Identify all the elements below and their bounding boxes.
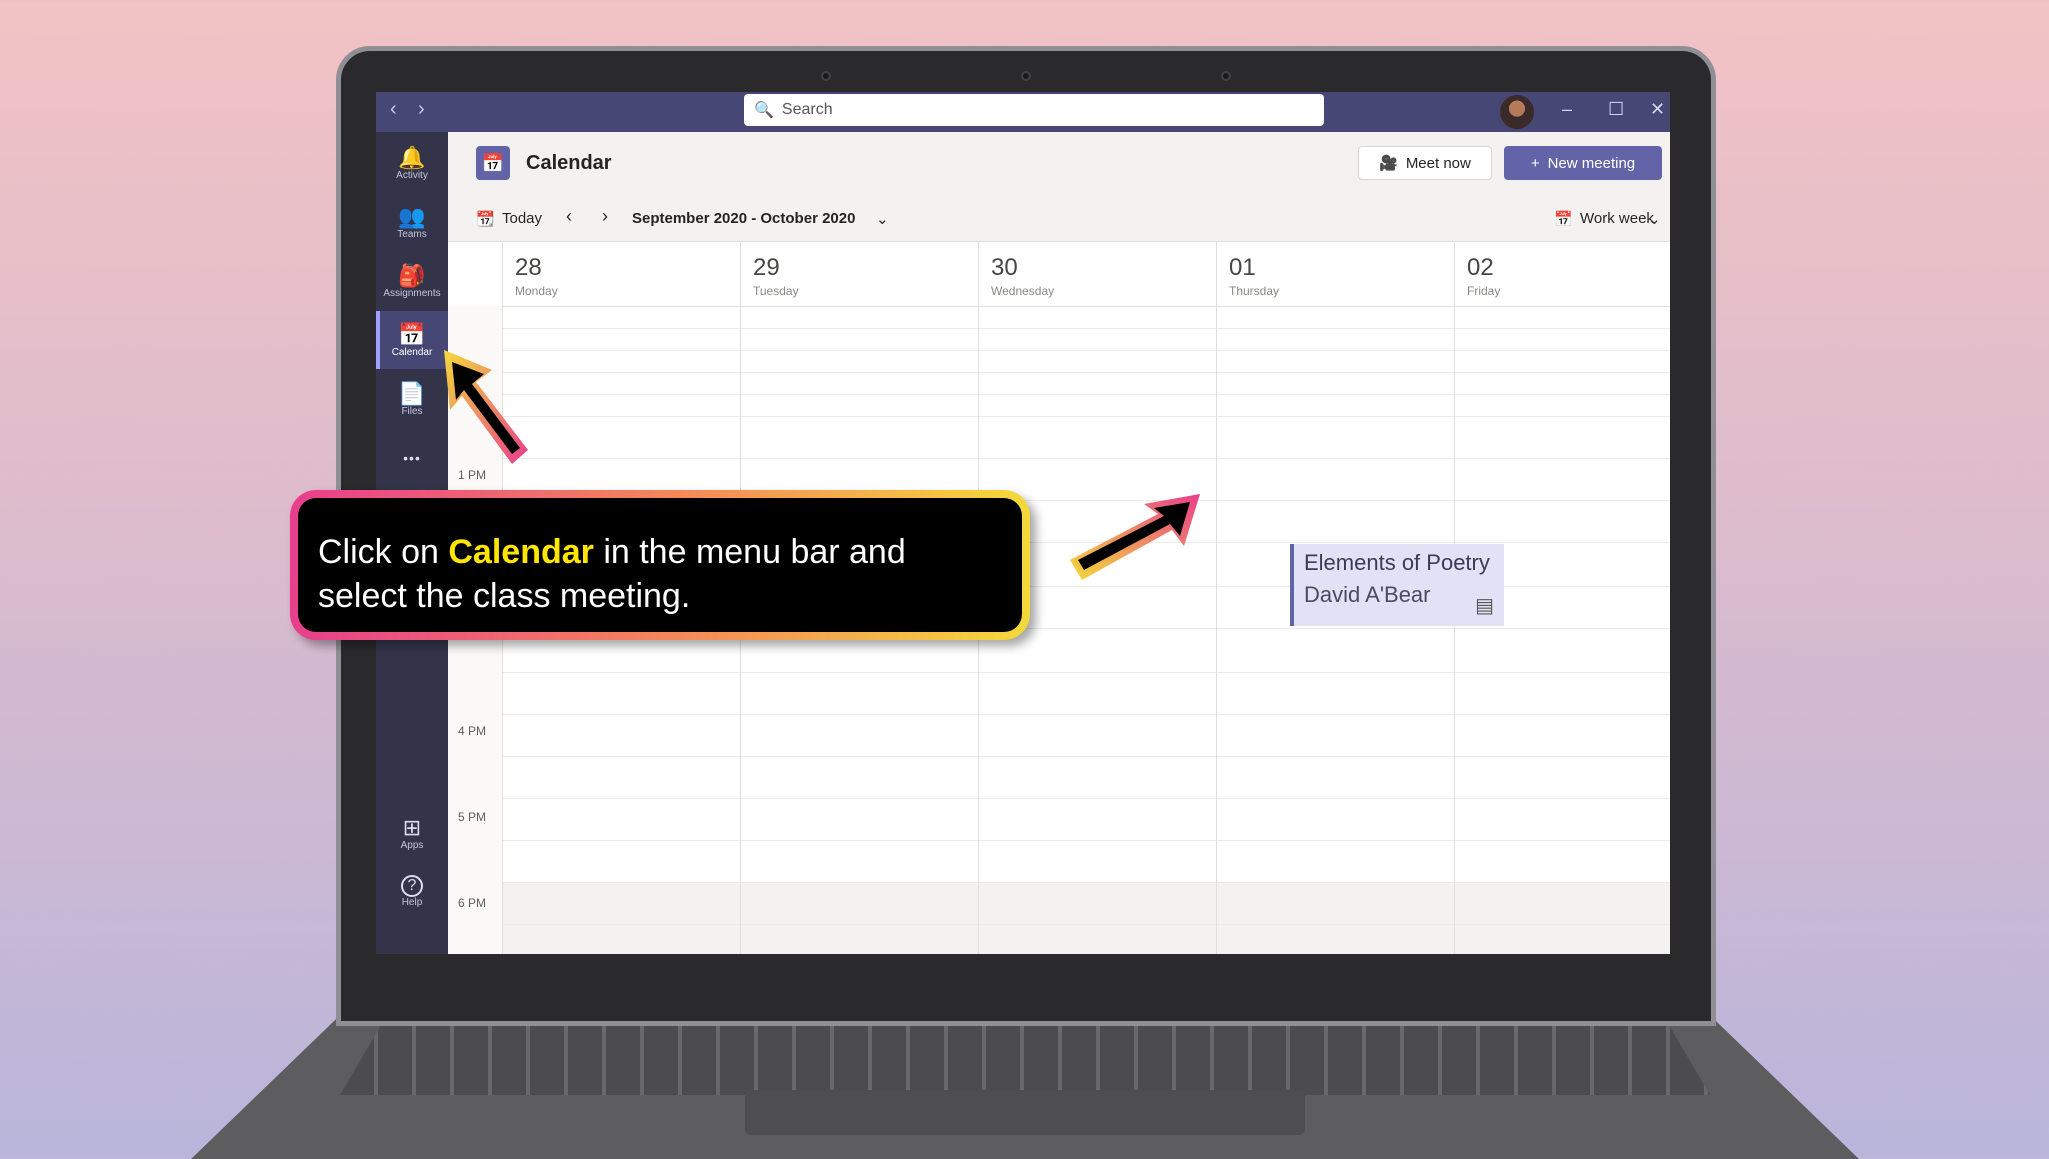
callout-text: Click on bbox=[318, 533, 449, 571]
new-meeting-button[interactable]: + New meeting bbox=[1504, 146, 1662, 180]
title-bar: ‹ › 🔍 Search – ☐ ✕ bbox=[376, 92, 1670, 132]
day-number: 30 bbox=[991, 254, 1018, 281]
day-number: 01 bbox=[1229, 254, 1256, 281]
rail-item-label: Assignments bbox=[383, 287, 441, 299]
camera-sensor bbox=[821, 71, 831, 81]
rail-item-activity[interactable]: 🔔 Activity bbox=[376, 134, 448, 192]
search-icon: 🔍 bbox=[754, 102, 774, 119]
video-camera-icon: 🎥 bbox=[1379, 155, 1398, 172]
day-header-wednesday[interactable]: 30 Wednesday bbox=[978, 242, 1216, 306]
camera-icon bbox=[1021, 71, 1031, 81]
previous-week-icon[interactable]: ‹ bbox=[566, 206, 572, 227]
calendar-toolbar: 📆 Today ‹ › September 2020 - October 202… bbox=[448, 198, 1670, 242]
event-title: Elements of Poetry bbox=[1304, 550, 1490, 575]
grid-line bbox=[502, 458, 1670, 459]
rail-item-assignments[interactable]: 🎒 Assignments bbox=[376, 252, 448, 310]
avatar[interactable] bbox=[1500, 95, 1534, 129]
day-name: Monday bbox=[515, 284, 558, 298]
rail-item-label: Activity bbox=[396, 169, 428, 181]
day-header-friday[interactable]: 02 Friday bbox=[1454, 242, 1670, 306]
back-arrow-icon[interactable]: ‹ bbox=[390, 98, 397, 121]
grid-line bbox=[502, 672, 1670, 673]
grid-line bbox=[502, 416, 1670, 417]
grid-line bbox=[502, 840, 1670, 841]
day-name: Wednesday bbox=[991, 284, 1055, 298]
pointer-arrow-icon bbox=[1070, 494, 1200, 580]
search-input[interactable]: 🔍 Search bbox=[744, 94, 1324, 126]
rail-item-label: Calendar bbox=[391, 346, 433, 358]
assignments-icon: 🎒 bbox=[398, 262, 426, 288]
calendar-app-icon: 📅 bbox=[476, 146, 510, 180]
time-label: 4 PM bbox=[458, 724, 487, 738]
teams-icon: 👥 bbox=[398, 203, 426, 229]
camera-sensor bbox=[1221, 71, 1231, 81]
class-notebook-icon: ▤ bbox=[1475, 595, 1494, 617]
rail-item-label: Apps bbox=[400, 839, 424, 851]
day-header-monday[interactable]: 28 Monday bbox=[502, 242, 740, 306]
time-label: 6 PM bbox=[458, 896, 487, 910]
time-label: 5 PM bbox=[458, 810, 487, 824]
day-name: Friday bbox=[1467, 284, 1501, 298]
after-hours-band bbox=[502, 882, 1670, 954]
forward-arrow-icon[interactable]: › bbox=[418, 98, 425, 121]
rail-item-help[interactable]: ? Help bbox=[376, 862, 448, 920]
grid-line bbox=[502, 714, 1670, 715]
grid-line bbox=[1216, 242, 1217, 954]
files-icon: 📄 bbox=[398, 380, 426, 406]
grid-line bbox=[502, 372, 1670, 373]
meet-now-label: Meet now bbox=[1405, 154, 1471, 172]
plus-icon: + bbox=[1530, 154, 1540, 172]
pointer-arrow-icon bbox=[444, 350, 528, 464]
chevron-down-icon: ⌄ bbox=[876, 211, 889, 228]
day-number: 29 bbox=[753, 254, 780, 281]
new-meeting-label: New meeting bbox=[1547, 154, 1636, 172]
help-icon: ? bbox=[401, 874, 423, 897]
view-dropdown[interactable]: Work week bbox=[1580, 210, 1654, 227]
calendar-header: 📅 Calendar 🎥 Meet now + New meeting bbox=[448, 132, 1670, 198]
today-button[interactable]: Today bbox=[502, 210, 542, 227]
grid-line bbox=[502, 394, 1670, 395]
grid-line bbox=[502, 350, 1670, 351]
next-week-icon[interactable]: › bbox=[602, 206, 608, 227]
close-icon[interactable]: ✕ bbox=[1650, 99, 1665, 120]
date-range-dropdown[interactable]: September 2020 - October 2020 bbox=[632, 210, 855, 227]
page-title: Calendar bbox=[526, 152, 612, 174]
rail-item-label: Teams bbox=[397, 228, 427, 240]
day-name: Thursday bbox=[1229, 284, 1280, 298]
grid-line bbox=[502, 924, 1670, 925]
rail-item-label: Files bbox=[401, 405, 423, 417]
apps-icon: ⊞ bbox=[402, 814, 422, 840]
day-number: 28 bbox=[515, 254, 542, 281]
laptop-touchpad bbox=[745, 1090, 1305, 1135]
rail-item-apps[interactable]: ⊞ Apps bbox=[376, 804, 448, 862]
grid-line bbox=[502, 882, 1670, 883]
event-organizer: David A'Bear bbox=[1304, 582, 1431, 607]
maximize-icon[interactable]: ☐ bbox=[1608, 99, 1624, 120]
grid-line bbox=[502, 756, 1670, 757]
calendar-icon: 📅 bbox=[398, 321, 426, 347]
grid-line bbox=[502, 306, 1670, 307]
grid-line bbox=[502, 328, 1670, 329]
laptop-keyboard bbox=[340, 1025, 1710, 1095]
minimize-icon[interactable]: – bbox=[1562, 99, 1572, 120]
rail-item-teams[interactable]: 👥 Teams bbox=[376, 193, 448, 251]
today-icon: 📆 bbox=[476, 211, 495, 228]
calendar-event[interactable]: Elements of Poetry David A'Bear ▤ bbox=[1290, 544, 1504, 626]
bell-icon: 🔔 bbox=[398, 144, 426, 170]
instruction-callout: Click on Calendar in the menu bar and se… bbox=[290, 490, 1030, 640]
callout-highlight: Calendar bbox=[448, 533, 594, 571]
work-week-icon: 📅 bbox=[1554, 211, 1573, 228]
meet-now-button[interactable]: 🎥 Meet now bbox=[1358, 146, 1492, 180]
day-header-tuesday[interactable]: 29 Tuesday bbox=[740, 242, 978, 306]
grid-line bbox=[502, 798, 1670, 799]
more-icon: ••• bbox=[403, 450, 421, 466]
day-number: 02 bbox=[1467, 254, 1494, 281]
chevron-down-icon: ⌄ bbox=[1648, 211, 1661, 228]
search-placeholder: Search bbox=[781, 101, 833, 118]
rail-item-label: Help bbox=[401, 896, 423, 908]
day-header-thursday[interactable]: 01 Thursday bbox=[1216, 242, 1454, 306]
day-name: Tuesday bbox=[753, 284, 799, 298]
